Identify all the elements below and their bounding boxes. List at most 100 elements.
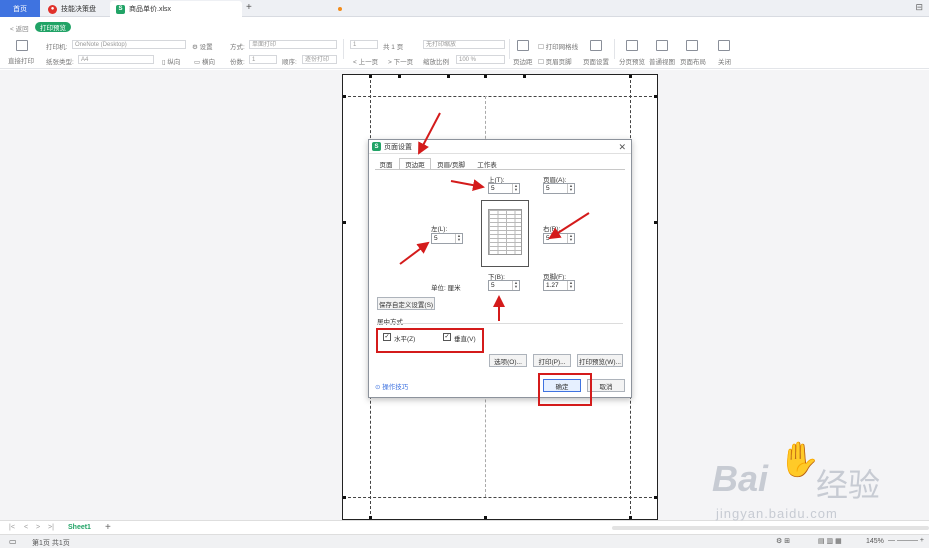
margin-guide-bottom [343, 497, 657, 498]
sheet-nav-last-icon[interactable]: >| [48, 524, 54, 531]
annotation-highlight-center [376, 328, 484, 353]
back-button[interactable]: < 返回 [10, 23, 29, 33]
zoom-slider[interactable]: — ——— + [888, 537, 924, 544]
margin-handle[interactable] [343, 95, 346, 98]
spinner-arrows-icon[interactable]: ▲ ▼ [455, 234, 462, 243]
printer-icon[interactable] [16, 40, 28, 51]
tab-header-footer[interactable]: 页眉/页脚 [433, 158, 469, 169]
margin-handle[interactable] [629, 516, 632, 519]
tab-bar: 首页 ● 技能决策盘 S 商品单价.xlsx + ⊟ [0, 0, 929, 17]
view-mode-icon[interactable]: ⚙ ⊞ [776, 537, 790, 545]
left-margin-input[interactable]: 5 ▲ ▼ [431, 233, 463, 244]
cancel-button[interactable]: 取消 [587, 379, 625, 392]
sheet-nav-first-icon[interactable]: |< [9, 524, 15, 531]
margin-handle[interactable] [369, 75, 372, 78]
settings-button[interactable]: ⚙ 设置 [192, 41, 213, 51]
prev-page-label: 上一页 [358, 59, 379, 66]
portrait-option[interactable]: ▯ 纵向 [162, 56, 180, 66]
printer-select[interactable]: OneNote (Desktop) [72, 40, 186, 49]
page-break-icon[interactable] [626, 40, 638, 51]
normal-view-icon[interactable] [656, 40, 668, 51]
tab-sheet[interactable]: 工作表 [473, 158, 501, 169]
horizontal-scrollbar[interactable] [612, 526, 929, 530]
margin-handle[interactable] [654, 95, 657, 98]
margin-handle[interactable] [484, 516, 487, 519]
top-margin-input[interactable]: 5 ▲ ▼ [488, 183, 520, 194]
header-footer-button[interactable]: ☐ 页眉页脚 [538, 56, 572, 66]
next-page-button[interactable]: > 下一页 [388, 56, 413, 66]
margin-handle[interactable] [447, 75, 450, 78]
layout-icons[interactable]: ▤ ▥ ▦ [818, 537, 842, 545]
margin-handle[interactable] [369, 516, 372, 519]
sheet-nav-next-icon[interactable]: > [36, 524, 40, 531]
margin-handle[interactable] [343, 221, 346, 224]
preview-grid [488, 209, 522, 255]
spinner-arrows-icon[interactable]: ▲ ▼ [512, 184, 519, 193]
print-gridlines-option[interactable]: ☐ 打印网格线 [538, 41, 578, 51]
close-icon[interactable]: ✕ [618, 142, 626, 153]
tab-margins[interactable]: 页边距 [399, 158, 431, 169]
page-setup-icon[interactable] [590, 40, 602, 51]
unsaved-dot-icon [338, 7, 342, 11]
margin-handle[interactable] [629, 75, 632, 78]
tab-document-1[interactable]: ● 技能决策盘 [42, 1, 108, 17]
page-setup-button[interactable]: 页面设置 [583, 56, 609, 66]
close-preview-icon[interactable] [718, 40, 730, 51]
tab-divider [375, 169, 625, 170]
header-margin-input[interactable]: 5 ▲ ▼ [543, 183, 575, 194]
margin-handle[interactable] [398, 75, 401, 78]
sheet-nav-prev-icon[interactable]: < [24, 524, 28, 531]
paper-type-select[interactable]: A4 [78, 55, 154, 64]
order-select[interactable]: 逐份打印 [302, 55, 337, 64]
margin-handle[interactable] [654, 496, 657, 499]
tab-document-2-label: 商品单价.xlsx [129, 6, 171, 13]
bottom-margin-input[interactable]: 5 ▲ ▼ [488, 280, 520, 291]
page-setup-dialog: S 页面设置 ✕ 页面 页边距 页眉/页脚 工作表 上(T): 5 ▲ ▼ 页眉(A… [368, 139, 632, 398]
spinner-arrows-icon[interactable]: ▲ ▼ [567, 234, 574, 243]
spinner-arrows-icon[interactable]: ▲ ▼ [567, 184, 574, 193]
header-margin-value: 5 [546, 185, 550, 192]
spinner-arrows-icon[interactable]: ▲ ▼ [512, 281, 519, 290]
tab-document-2[interactable]: S 商品单价.xlsx [110, 1, 342, 17]
spinner-arrows-icon[interactable]: ▲ ▼ [567, 281, 574, 290]
margin-handle[interactable] [484, 75, 487, 78]
tab-document-1-label: 技能决策盘 [61, 6, 96, 13]
add-tab-icon[interactable]: + [246, 2, 252, 13]
scale-select[interactable]: 无打印缩放 [423, 40, 505, 49]
footer-margin-input[interactable]: 1.27 ▲ ▼ [543, 280, 575, 291]
method-select[interactable]: 单面打印 [249, 40, 337, 49]
tips-link[interactable]: ⊙ 操作技巧 [375, 381, 408, 391]
margin-handle[interactable] [654, 221, 657, 224]
page-number-input[interactable]: 1 [350, 40, 378, 49]
tab-home[interactable]: 首页 [0, 0, 40, 17]
spreadsheet-app-icon: S [372, 142, 381, 151]
zoom-select[interactable]: 100 % [456, 55, 505, 64]
monitor-icon: ▭ [9, 537, 17, 546]
tab-page[interactable]: 页面 [375, 158, 397, 169]
portrait-label: 纵向 [167, 59, 181, 66]
options-button[interactable]: 选项(O)... [489, 354, 527, 367]
print-gridlines-label: 打印网格线 [545, 44, 579, 51]
window-restore-icon[interactable]: ⊟ [915, 2, 923, 13]
print-preview-button[interactable]: 打印预览(W)... [577, 354, 623, 367]
normal-view-button[interactable]: 普通视图 [649, 56, 675, 66]
page-layout-icon[interactable] [686, 40, 698, 51]
sheet-tab-sheet1[interactable]: Sheet1 [68, 524, 91, 531]
dialog-titlebar[interactable]: S 页面设置 [369, 140, 631, 154]
header-footer-label: 页眉页脚 [545, 59, 572, 66]
margins-button[interactable]: 页边距 [513, 56, 533, 66]
page-layout-button[interactable]: 页面布局 [680, 56, 706, 66]
print-button[interactable]: 打印(P)... [533, 354, 571, 367]
margin-handle[interactable] [343, 496, 346, 499]
landscape-option[interactable]: ▭ 横向 [194, 56, 215, 66]
close-preview-button[interactable]: 关闭 [718, 56, 731, 66]
margins-icon[interactable] [517, 40, 529, 51]
direct-print-button[interactable]: 直接打印 [8, 55, 34, 65]
page-break-button[interactable]: 分页预览 [619, 56, 645, 66]
add-sheet-icon[interactable]: + [105, 522, 111, 533]
save-custom-settings-button[interactable]: 保存自定义设置(S) [377, 297, 435, 310]
right-margin-input[interactable]: 5 ▲ ▼ [543, 233, 575, 244]
prev-page-button[interactable]: < 上一页 [353, 56, 378, 66]
margin-handle[interactable] [523, 75, 526, 78]
copies-input[interactable]: 1 [249, 55, 277, 64]
